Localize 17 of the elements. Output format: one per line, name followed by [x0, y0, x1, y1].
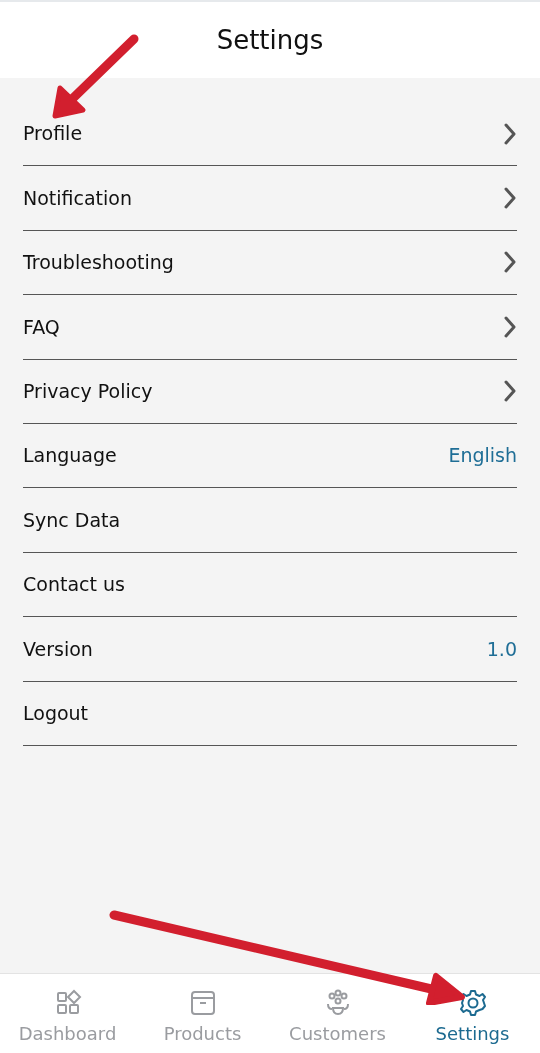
settings-row[interactable]: Version 1.0: [23, 617, 517, 682]
settings-row[interactable]: Sync Data: [23, 488, 517, 553]
nav-tab[interactable]: Settings: [405, 974, 540, 1053]
settings-row[interactable]: Privacy Policy: [23, 359, 517, 424]
settings-row[interactable]: Language English: [23, 423, 517, 489]
settings-row[interactable]: Contact us: [23, 552, 517, 618]
chevron-icon: [503, 186, 517, 211]
chevron-icon: [503, 121, 517, 146]
chevron-icon: [503, 314, 517, 339]
settings-row[interactable]: Notification: [23, 166, 517, 231]
settings-row[interactable]: FAQ: [23, 295, 517, 360]
settings-row[interactable]: Troubleshooting: [23, 230, 517, 296]
page-title: Settings: [216, 23, 324, 57]
settings-icon: [457, 988, 488, 1018]
chevron-icon: [503, 250, 517, 275]
chevron-icon: [503, 379, 517, 404]
settings-row[interactable]: Logout: [23, 681, 517, 746]
